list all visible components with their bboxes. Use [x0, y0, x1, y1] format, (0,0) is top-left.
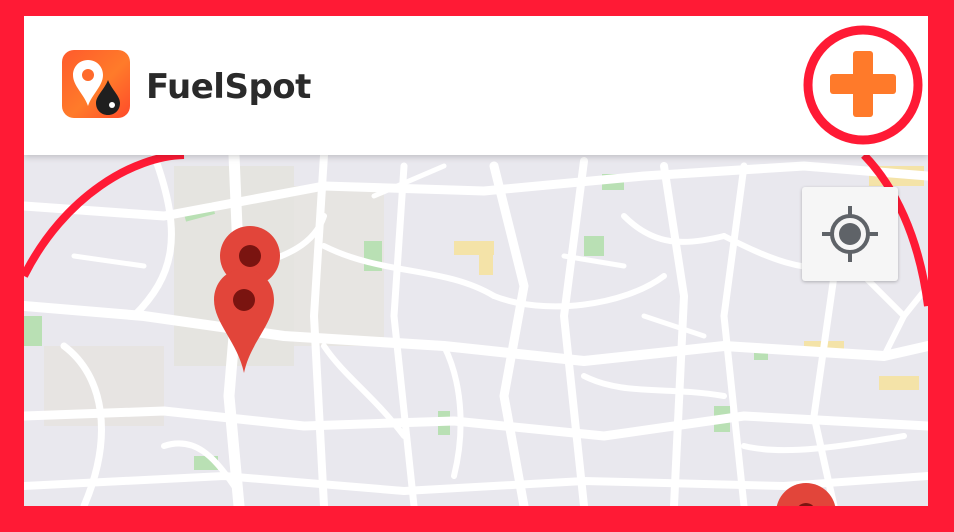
app-screen: FuelSpot: [24, 16, 928, 506]
fuel-location-logo-icon: [62, 50, 130, 118]
map-marker-3[interactable]: [774, 481, 838, 506]
app-bar: FuelSpot: [24, 16, 928, 155]
map-marker-2[interactable]: [212, 267, 276, 375]
my-location-button[interactable]: [802, 187, 898, 281]
crosshair-location-icon: [822, 206, 878, 262]
plus-icon: [830, 51, 896, 117]
highlight-frame: FuelSpot: [0, 0, 954, 532]
add-fuel-spot-button[interactable]: [802, 24, 924, 146]
app-title: FuelSpot: [146, 67, 311, 107]
